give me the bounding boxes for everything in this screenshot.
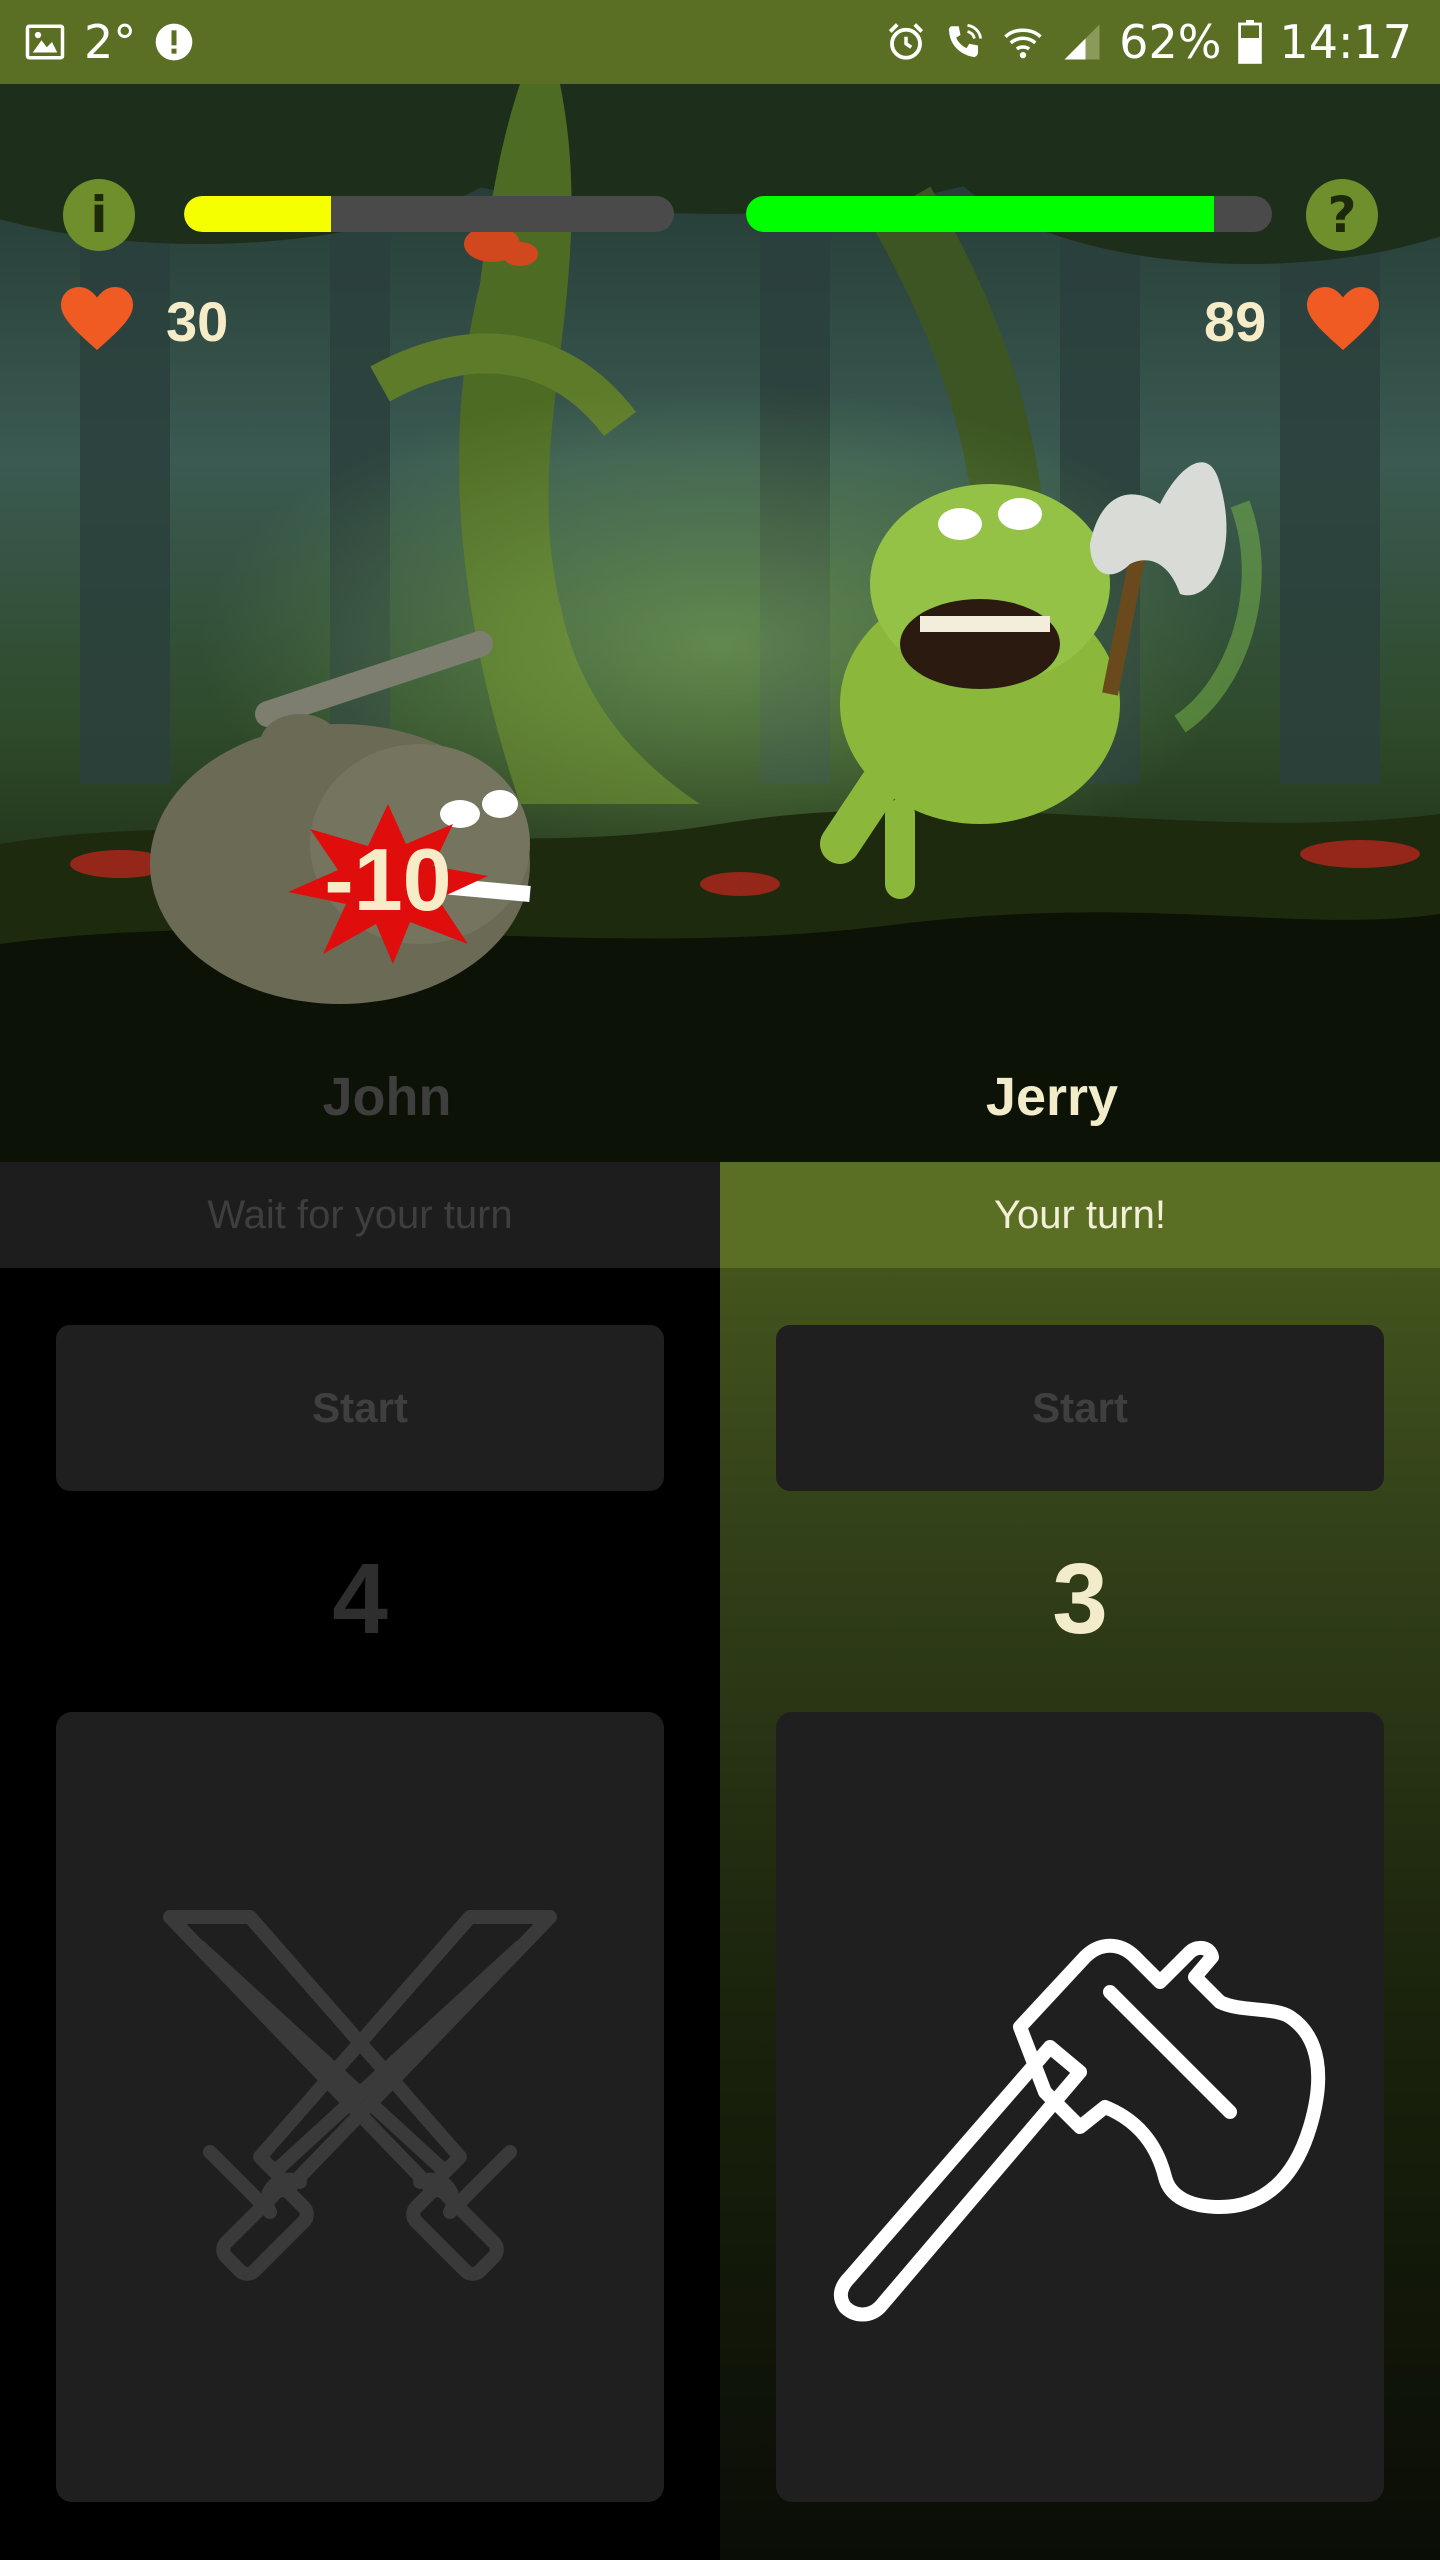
john-health-fill: [184, 196, 331, 232]
jerry-heart-icon: [1307, 287, 1379, 350]
john-name: John: [322, 1067, 452, 1127]
jerry-health-bar: [746, 196, 1272, 232]
wifi-call-icon: [943, 21, 985, 63]
jerry-start-button[interactable]: Start: [776, 1325, 1384, 1491]
help-icon: ?: [1327, 186, 1357, 244]
jerry-hp-value: 89: [1204, 290, 1267, 353]
crossed-swords-icon: [163, 1910, 557, 2281]
john-action-panel: Wait for your turn Start 4: [0, 1162, 720, 2560]
jerry-counter: 3: [1052, 1543, 1108, 1655]
john-counter: 4: [332, 1543, 388, 1655]
clock-text: 14:17: [1279, 15, 1412, 69]
john-turn-banner: Wait for your turn: [0, 1162, 720, 1268]
battery-percent: 62%: [1119, 15, 1222, 69]
battle-scene: i ? 30 89 -10 John Jerry: [0, 84, 1440, 1162]
help-button[interactable]: ?: [1306, 179, 1378, 251]
jerry-action-panel: Your turn! Start 3: [720, 1162, 1440, 2560]
jerry-turn-banner: Your turn!: [720, 1162, 1440, 1268]
status-bar: 2° 62% 14:17: [0, 0, 1440, 84]
axe-icon: [833, 1938, 1326, 2322]
temperature-text: 2°: [84, 15, 137, 69]
john-hp-value: 30: [166, 290, 229, 353]
john-health-bar: [184, 196, 674, 232]
wifi-icon: [1001, 21, 1045, 63]
damage-text: -10: [324, 830, 452, 929]
forest-background: [0, 84, 1440, 1162]
info-icon: i: [90, 186, 108, 244]
jerry-health-fill: [746, 196, 1215, 232]
jerry-name: Jerry: [985, 1067, 1119, 1127]
alert-icon: [154, 22, 194, 62]
battery-icon: [1237, 20, 1263, 64]
alarm-icon: [885, 21, 927, 63]
john-start-button[interactable]: Start: [56, 1325, 664, 1491]
john-heart-icon: [61, 287, 133, 350]
info-button[interactable]: i: [63, 179, 135, 251]
image-icon: [24, 21, 66, 63]
john-weapon-button[interactable]: [56, 1712, 664, 2502]
signal-icon: [1061, 21, 1103, 63]
jerry-weapon-button[interactable]: [776, 1712, 1384, 2502]
